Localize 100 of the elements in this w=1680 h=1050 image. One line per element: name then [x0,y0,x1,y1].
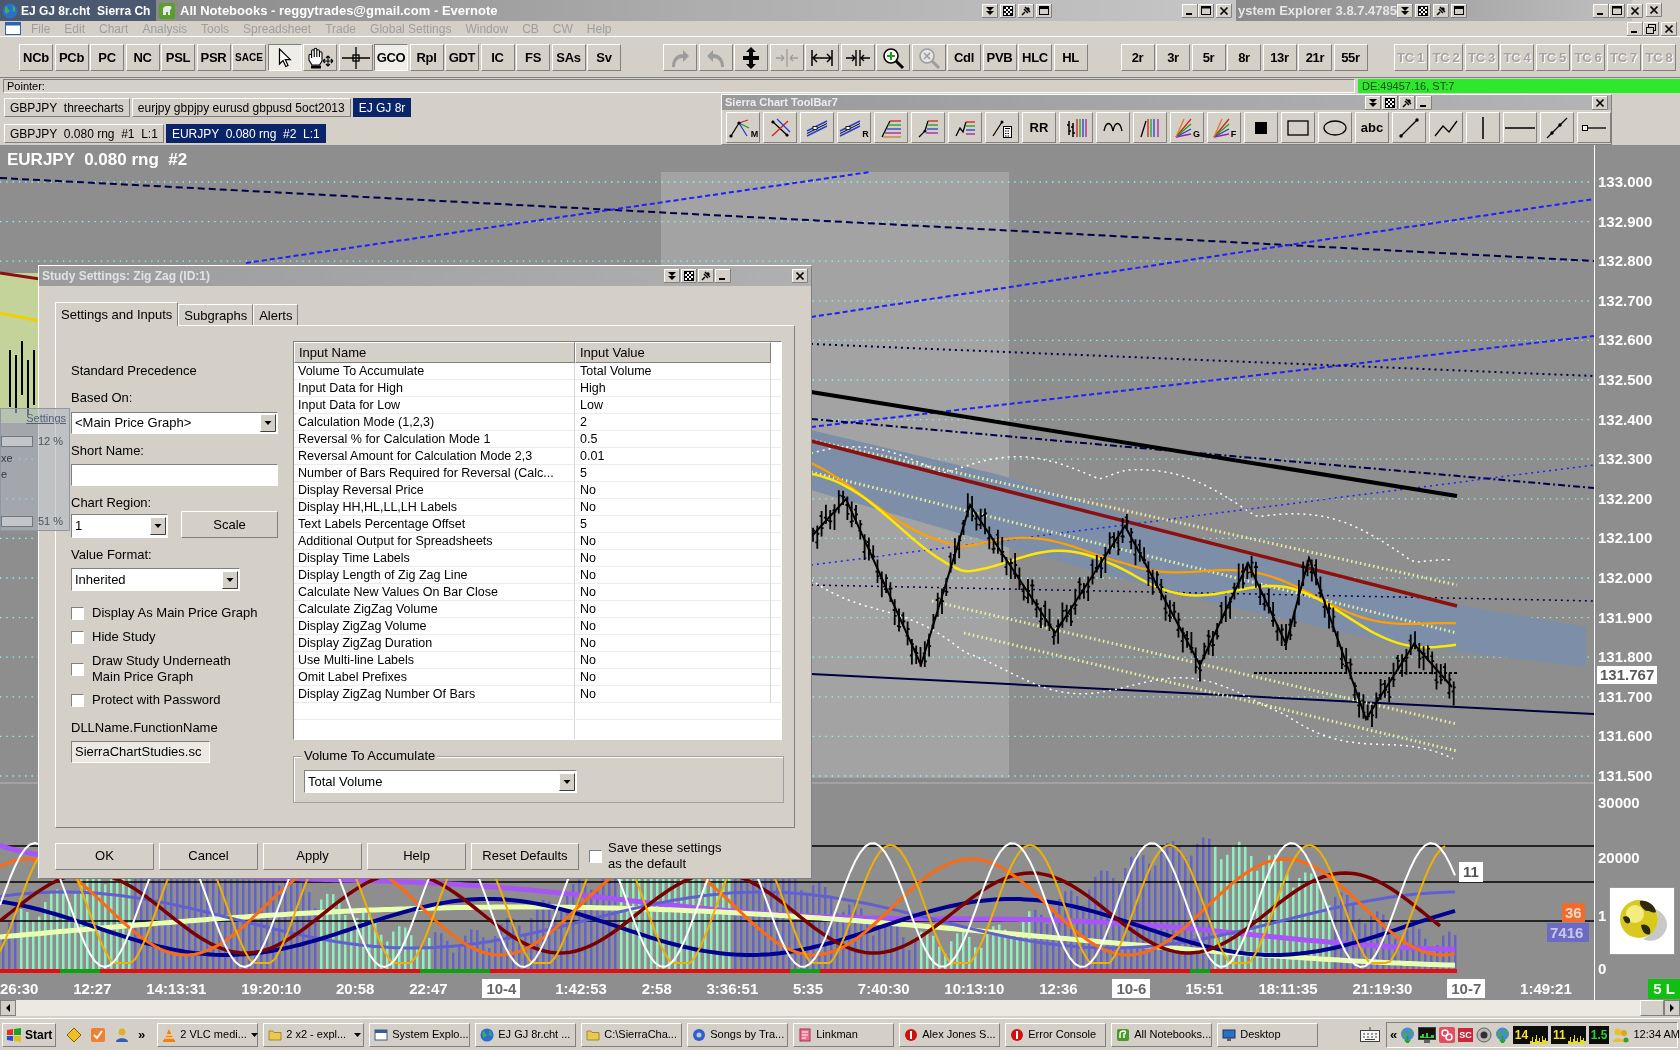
slider-track[interactable] [1,515,33,527]
chart-tab[interactable]: GBPJPY 0.080 rng #1 L:1 [4,124,164,143]
toolbar-button[interactable]: HLC [1018,44,1052,71]
table-cell[interactable]: Additional Output for Spreadsheets [294,533,575,550]
drawing-tool-button[interactable] [948,112,982,143]
dialog-button[interactable]: Help [367,842,466,870]
settings-link[interactable]: Settings [26,411,66,425]
table-cell[interactable]: Display ZigZag Volume [294,618,575,635]
table-cell[interactable]: No [575,669,771,686]
chart-region-dropdown[interactable]: 1 [71,514,168,538]
table-cell[interactable]: Calculation Mode (1,2,3) [294,414,575,431]
table-cell[interactable]: Use Multi-line Labels [294,652,575,669]
check-tile-icon[interactable] [90,1026,106,1043]
table-cell[interactable]: Reversal % for Calculation Mode 1 [294,431,575,448]
drawing-tool-button[interactable] [1540,112,1574,143]
checkbox[interactable] [71,693,84,707]
toolbar-button[interactable]: HL [1053,44,1088,71]
toolbar-button[interactable]: PVB [982,44,1017,71]
toolbar-button[interactable]: PCb [54,44,89,71]
table-cell[interactable]: Input Data for High [294,380,575,397]
table-cell[interactable]: No [575,567,771,584]
drawing-tool-button[interactable] [763,112,797,143]
slider-track[interactable] [1,435,33,447]
table-cell[interactable]: Text Labels Percentage Offset [294,516,575,533]
table-cell[interactable]: Omit Label Prefixes [294,669,575,686]
monitor-icon[interactable] [1418,1026,1437,1043]
toolbar-button[interactable]: 2r [1120,44,1155,71]
table-cell[interactable]: Calculate ZigZag Volume [294,601,575,618]
toolbar-button[interactable]: 5r [1191,44,1226,71]
dialog-tab[interactable]: Subgraphs [178,304,254,325]
toolbar-button[interactable]: 13r [1262,44,1297,71]
taskbar-button[interactable]: C:\SierraCha... [581,1022,683,1047]
taskbar-button[interactable]: 2 x2 - expl... [263,1022,365,1047]
column-header[interactable]: Input Name [294,342,575,363]
table-cell[interactable]: Display Time Labels [294,550,575,567]
show-hidden-icons-button[interactable]: « [1390,1028,1398,1041]
minimize-icon[interactable] [715,269,731,283]
drawing-tool-button[interactable] [1096,112,1130,143]
table-cell[interactable]: 5 [575,516,771,533]
toolbar-button[interactable]: PSR [196,44,231,71]
close-icon[interactable] [1661,21,1677,36]
chart-tab[interactable]: EURJPY 0.080 rng #2 L:1 [165,124,326,143]
drawing-tool-button[interactable] [1466,112,1500,143]
table-cell[interactable]: 0.5 [575,431,771,448]
table-cell[interactable]: 0.01 [575,448,771,465]
toolbar-button[interactable]: NCb [19,44,53,71]
pin-icon[interactable] [1399,95,1415,110]
toolbar-button[interactable] [267,44,302,71]
double-down-arrow-icon[interactable] [982,3,998,18]
drawing-tool-button[interactable] [1244,112,1278,143]
table-cell[interactable]: No [575,618,771,635]
table-cell[interactable]: No [575,533,771,550]
table-cell[interactable]: Display Length of Zig Zag Line [294,567,575,584]
toolbar-button[interactable]: 55r [1333,44,1368,71]
toolbar-button[interactable]: FS [516,44,550,71]
start-button[interactable]: Start [2,1022,56,1047]
webcam-icon[interactable] [1475,1026,1492,1043]
pin-icon[interactable] [1433,3,1449,18]
input-value-dropdown[interactable]: Total Volume [304,770,577,793]
maximize-icon[interactable] [1609,3,1625,18]
function-name-field[interactable]: SierraChartStudies.sc [71,741,210,763]
chart-tab[interactable]: EJ GJ 8r [352,98,412,117]
drawing-tool-button[interactable] [1392,112,1426,143]
pin-icon[interactable] [1018,3,1034,18]
restore-icon[interactable] [1643,21,1659,36]
dialog-button[interactable]: OK [55,842,154,870]
drawing-tool-button[interactable]: R [837,112,871,143]
table-cell[interactable]: No [575,499,771,516]
table-cell[interactable]: Display HH,HL,LL,LH Labels [294,499,575,516]
scroll-left-icon[interactable] [0,1000,16,1016]
scroll-right-icon[interactable] [1664,1000,1680,1016]
scale-button[interactable]: Scale [181,511,278,538]
toolbar-button[interactable]: GDT [445,44,479,71]
double-down-arrow-icon[interactable] [1365,95,1381,110]
drawing-tool-button[interactable] [1281,112,1315,143]
chain-link-icon[interactable] [1439,1026,1456,1043]
checkbox[interactable] [589,849,602,863]
toolbar-button[interactable]: 8r [1227,44,1261,71]
taskbar-button[interactable]: Songs by Tra... [687,1022,789,1047]
chart-tab[interactable]: eurjpy gbpjpy eurusd gbpusd 5oct2013 [131,98,351,117]
toolbar-button[interactable]: PSL [161,44,195,71]
close-icon[interactable] [1646,3,1662,17]
close-icon[interactable] [1627,3,1643,18]
drawing-tool-button[interactable]: G [1170,112,1204,143]
dialog-button[interactable]: Cancel [159,842,258,870]
window-icon[interactable] [1036,3,1052,18]
dialog-tab[interactable]: Alerts [253,304,299,325]
table-cell[interactable]: Volume To Accumulate [294,363,575,380]
table-cell[interactable]: 2 [575,414,771,431]
drawing-tool-button[interactable] [1059,112,1093,143]
table-cell[interactable]: Input Data for Low [294,397,575,414]
taskbar-button[interactable]: 2 VLC medi... [157,1022,259,1047]
drawing-tool-button[interactable] [1318,112,1352,143]
table-cell[interactable]: No [575,686,771,703]
checkered-square-icon[interactable] [1000,3,1016,18]
diamond-icon[interactable] [66,1026,82,1043]
pin-icon[interactable] [698,269,714,283]
toolbar-button[interactable]: NC [125,44,160,71]
minimize-icon[interactable] [1627,21,1643,36]
toolbar-button[interactable]: GCO [374,44,408,71]
